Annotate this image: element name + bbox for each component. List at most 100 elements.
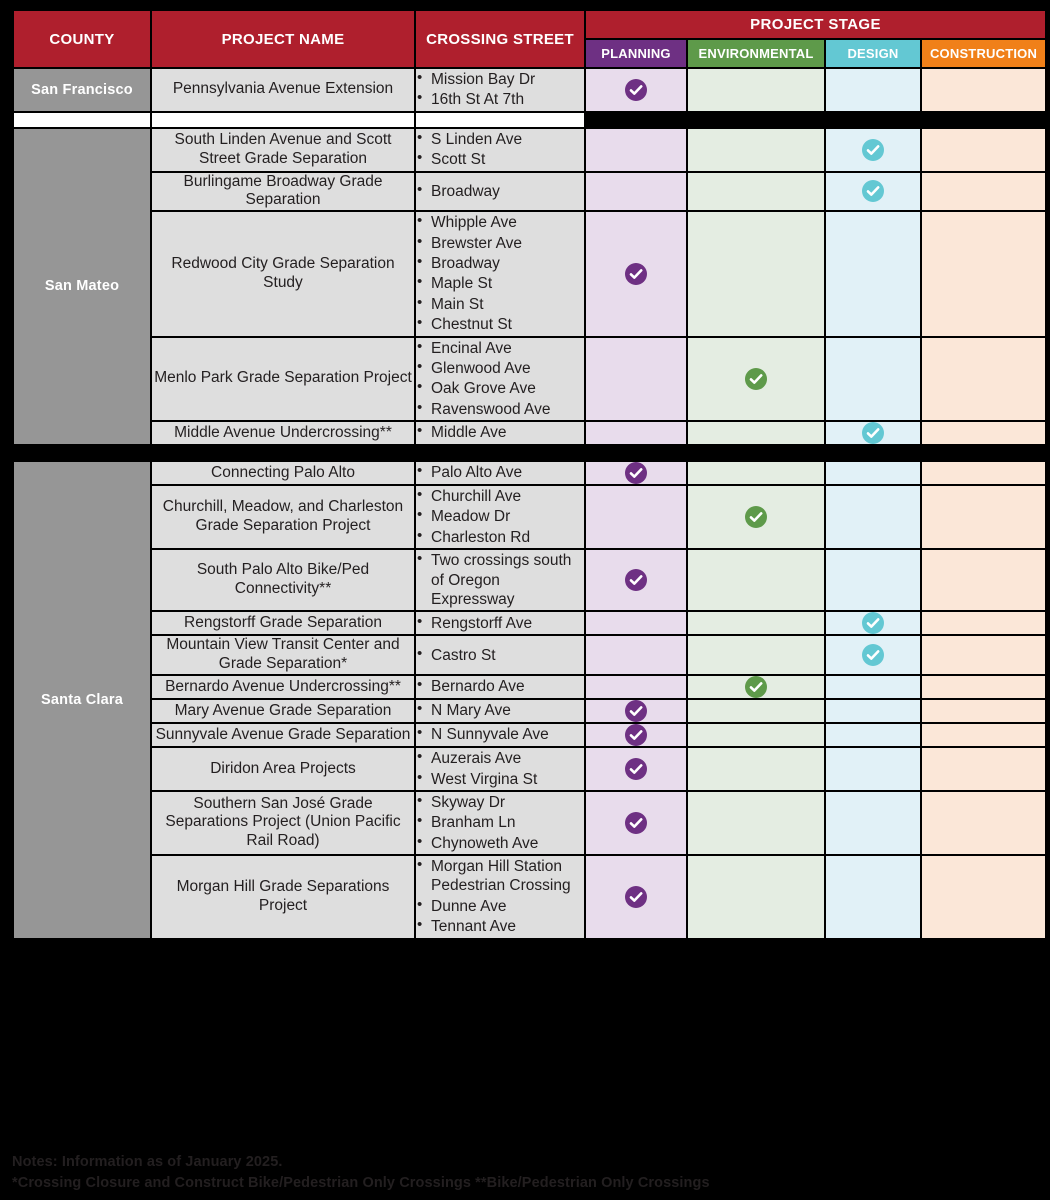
stage-cell-design [826, 128, 920, 171]
crossing-list: N Mary Ave [416, 700, 584, 720]
stage-cell-design [826, 212, 920, 336]
separator-cell-black [922, 112, 1046, 127]
stage-cell-design [826, 791, 920, 854]
crossing-list-item: Meadow Dr [416, 506, 584, 526]
project-name-cell: South Linden Avenue and Scott Street Gra… [152, 128, 414, 171]
crossing-list: Skyway DrBranham LnChynoweth Ave [416, 792, 584, 853]
stage-cell-design [826, 724, 920, 747]
note-line-1: Notes: Information as of January 2025. [12, 1154, 283, 1170]
separator-cell-black [826, 112, 920, 127]
county-cell: San Francisco [14, 69, 150, 111]
stage-cell-construction [922, 856, 1046, 938]
header-stage-environmental: ENVIRONMENTAL [688, 40, 824, 67]
stage-cell-environmental [688, 612, 824, 635]
stage-cell-design [826, 636, 920, 675]
table-row: Middle Avenue Undercrossing**Middle Ave [14, 422, 1046, 445]
stage-cell-design [826, 462, 920, 485]
project-name-cell: Churchill, Meadow, and Charleston Grade … [152, 486, 414, 549]
header-county: COUNTY [14, 11, 150, 67]
crossing-list-item: Skyway Dr [416, 792, 584, 812]
separator-cell-black [416, 446, 584, 461]
crossing-list: Bernardo Ave [416, 676, 584, 696]
crossing-list-item: Chynoweth Ave [416, 833, 584, 853]
separator-cell-white [416, 112, 584, 127]
stage-cell-environmental [688, 550, 824, 611]
crossing-list-item: Branham Ln [416, 812, 584, 832]
page-root: COUNTY PROJECT NAME CROSSING STREET PROJ… [0, 0, 1050, 1200]
project-name-cell: Rengstorff Grade Separation [152, 612, 414, 635]
crossing-street-cell: N Sunnyvale Ave [416, 724, 584, 747]
project-name-cell: Burlingame Broadway Grade Separation [152, 172, 414, 211]
stage-cell-planning [586, 69, 686, 111]
crossing-list-item: Brewster Ave [416, 233, 584, 253]
stage-cell-construction [922, 128, 1046, 171]
crossing-street-cell: Morgan Hill Station Pedestrian CrossingD… [416, 856, 584, 938]
crossing-list-item: S Linden Ave [416, 129, 584, 149]
crossing-list: Mission Bay Dr16th St At 7th [416, 69, 584, 110]
stage-cell-planning [586, 791, 686, 854]
table-row: Southern San José Grade Separations Proj… [14, 791, 1046, 854]
crossing-list: Whipple AveBrewster AveBroadwayMaple StM… [416, 212, 584, 334]
table-row: Santa ClaraConnecting Palo AltoPalo Alto… [14, 462, 1046, 938]
stage-cell-environmental [688, 69, 824, 111]
stage-cell-construction [922, 724, 1046, 747]
crossing-list-item: Whipple Ave [416, 212, 584, 232]
crossing-street-cell: Rengstorff Ave [416, 612, 584, 635]
check-circle-icon [862, 138, 884, 161]
separator-cell-black [688, 112, 824, 127]
crossing-street-cell: N Mary Ave [416, 700, 584, 723]
stage-cell-planning [586, 724, 686, 747]
table-row: Morgan Hill Grade Separations ProjectMor… [14, 856, 1046, 938]
stage-cell-environmental [688, 462, 824, 485]
stage-cell-construction [922, 612, 1046, 635]
crossing-list-item: Dunne Ave [416, 896, 584, 916]
table-header: COUNTY PROJECT NAME CROSSING STREET PROJ… [14, 11, 1046, 67]
crossing-list-item: Morgan Hill Station Pedestrian Crossing [416, 856, 584, 896]
crossing-list-item: West Virgina St [416, 768, 584, 789]
stage-cell-construction [922, 422, 1046, 445]
crossing-list-item: Palo Alto Ave [416, 462, 584, 482]
group-separator-row [14, 112, 1046, 127]
check-circle-icon [625, 885, 647, 908]
stage-cell-planning [586, 612, 686, 635]
project-name-cell: Connecting Palo Alto [152, 462, 414, 485]
check-circle-icon [862, 422, 884, 445]
stage-cell-environmental [688, 128, 824, 171]
crossing-list-item: Mission Bay Dr [416, 69, 584, 89]
crossing-street-cell: Whipple AveBrewster AveBroadwayMaple StM… [416, 212, 584, 336]
stage-cell-planning [586, 462, 686, 485]
stage-cell-environmental [688, 212, 824, 336]
crossing-list: Palo Alto Ave [416, 462, 584, 482]
crossing-list: Auzerais AveWest Virgina St [416, 748, 584, 789]
stage-cell-design [826, 337, 920, 421]
project-name-cell: Morgan Hill Grade Separations Project [152, 856, 414, 938]
separator-cell-black [826, 446, 920, 461]
crossing-list-item: Encinal Ave [416, 338, 584, 358]
project-name-cell: Diridon Area Projects [152, 748, 414, 790]
crossing-street-cell: Castro St [416, 636, 584, 675]
crossing-list-item: Churchill Ave [416, 486, 584, 506]
stage-cell-planning [586, 748, 686, 790]
project-name-cell: Middle Avenue Undercrossing** [152, 422, 414, 445]
table-row: Bernardo Avenue Undercrossing**Bernardo … [14, 676, 1046, 699]
crossing-list-item: Scott St [416, 149, 584, 169]
separator-cell-black [14, 446, 150, 461]
county-cell: Santa Clara [14, 462, 150, 938]
check-circle-icon [625, 462, 647, 485]
stage-cell-design [826, 422, 920, 445]
table-row: Churchill, Meadow, and Charleston Grade … [14, 486, 1046, 549]
stage-cell-design [826, 700, 920, 723]
crossing-list-item: N Mary Ave [416, 700, 584, 720]
table-row: Rengstorff Grade SeparationRengstorff Av… [14, 612, 1046, 635]
crossing-list-item: Broadway [416, 253, 584, 273]
project-name-cell: Pennsylvania Avenue Extension [152, 69, 414, 111]
stage-cell-construction [922, 172, 1046, 211]
table-row: Sunnyvale Avenue Grade SeparationN Sunny… [14, 724, 1046, 747]
crossing-list: Two crossings south of Oregon Expressway [416, 550, 584, 609]
crossing-list-item: 16th St At 7th [416, 89, 584, 109]
stage-cell-planning [586, 856, 686, 938]
stage-cell-planning [586, 486, 686, 549]
table-row: Mountain View Transit Center and Grade S… [14, 636, 1046, 675]
stage-cell-environmental [688, 172, 824, 211]
stage-cell-environmental [688, 486, 824, 549]
